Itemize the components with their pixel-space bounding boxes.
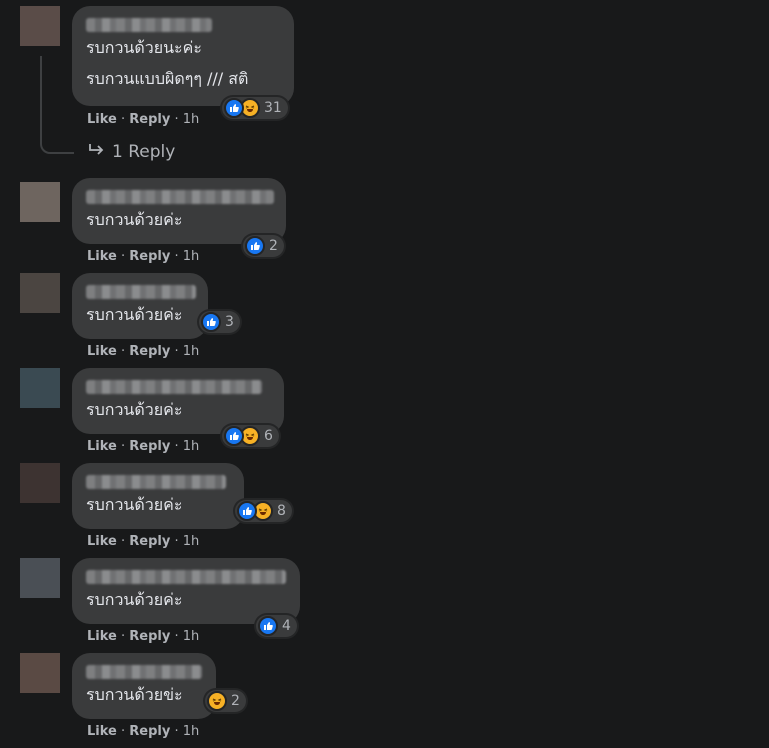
thread-line [40, 56, 74, 154]
like-button[interactable]: Like [87, 112, 117, 127]
like-button[interactable]: Like [87, 344, 117, 359]
author-name[interactable] [86, 380, 262, 394]
timestamp[interactable]: 1h [183, 344, 200, 359]
like-reaction-icon [224, 98, 244, 118]
timestamp[interactable]: 1h [183, 629, 200, 644]
like-reaction-icon [245, 236, 265, 256]
reply-button[interactable]: Reply [129, 344, 170, 359]
timestamp[interactable]: 1h [183, 112, 200, 127]
reaction-summary[interactable]: 2 [243, 235, 284, 257]
reply-button[interactable]: Reply [129, 249, 170, 264]
comment-actions: Like · Reply · 1h [87, 249, 200, 264]
like-button[interactable]: Like [87, 629, 117, 644]
avatar[interactable] [20, 182, 60, 222]
reaction-summary[interactable]: 2 [205, 690, 246, 712]
reply-button[interactable]: Reply [129, 724, 170, 739]
author-name[interactable] [86, 285, 196, 299]
reaction-count: 31 [264, 100, 282, 116]
comment-text: รบกวนแบบผิดๆๆ /// สติ [86, 69, 249, 88]
author-name[interactable] [86, 665, 202, 679]
avatar[interactable] [20, 463, 60, 503]
timestamp[interactable]: 1h [183, 724, 200, 739]
comment-bubble: รบกวนด้วยข่ะ [72, 653, 216, 719]
like-button[interactable]: Like [87, 249, 117, 264]
comment-bubble: รบกวนด้วยค่ะ [72, 273, 208, 339]
avatar[interactable] [20, 6, 60, 46]
reaction-summary[interactable]: 6 [222, 425, 279, 447]
comment-actions: Like · Reply · 1h [87, 629, 200, 644]
comment-text: รบกวนด้วยค่ะ [86, 210, 183, 229]
reaction-count: 4 [282, 618, 291, 634]
comment-bubble: รบกวนด้วยนะค่ะ รบกวนแบบผิดๆๆ /// สติ [72, 6, 294, 106]
reply-button[interactable]: Reply [129, 629, 170, 644]
timestamp[interactable]: 1h [183, 439, 200, 454]
reaction-count: 2 [231, 693, 240, 709]
like-reaction-icon [224, 426, 244, 446]
reaction-summary[interactable]: 31 [222, 97, 288, 119]
comment-text: รบกวนด้วยค่ะ [86, 495, 183, 514]
avatar[interactable] [20, 558, 60, 598]
author-name[interactable] [86, 190, 274, 204]
comment-text: รบกวนด้วยค่ะ [86, 305, 183, 324]
reaction-summary[interactable]: 8 [235, 500, 292, 522]
haha-reaction-icon [207, 691, 227, 711]
reaction-count: 6 [264, 428, 273, 444]
avatar[interactable] [20, 653, 60, 693]
reaction-summary[interactable]: 4 [256, 615, 297, 637]
like-reaction-icon [201, 312, 221, 332]
author-name[interactable] [86, 18, 212, 32]
comment-actions: Like · Reply · 1h [87, 439, 200, 454]
comment-text: รบกวนด้วยค่ะ [86, 400, 183, 419]
like-reaction-icon [258, 616, 278, 636]
like-button[interactable]: Like [87, 439, 117, 454]
reply-button[interactable]: Reply [129, 534, 170, 549]
like-button[interactable]: Like [87, 724, 117, 739]
timestamp[interactable]: 1h [183, 249, 200, 264]
comment-text: รบกวนด้วยค่ะ [86, 590, 183, 609]
avatar[interactable] [20, 368, 60, 408]
reply-button[interactable]: Reply [129, 439, 170, 454]
reaction-count: 2 [269, 238, 278, 254]
comment-actions: Like · Reply · 1h [87, 724, 200, 739]
like-button[interactable]: Like [87, 534, 117, 549]
reply-button[interactable]: Reply [129, 112, 170, 127]
comment-actions: Like · Reply · 1h [87, 534, 200, 549]
comment-actions: Like · Reply · 1h [87, 112, 200, 127]
author-name[interactable] [86, 570, 286, 584]
author-name[interactable] [86, 475, 226, 489]
reaction-count: 3 [225, 314, 234, 330]
timestamp[interactable]: 1h [183, 534, 200, 549]
view-replies-link[interactable]: 1 Reply [88, 142, 175, 162]
comment-bubble: รบกวนด้วยค่ะ [72, 463, 244, 529]
avatar[interactable] [20, 273, 60, 313]
comment-text: รบกวนด้วยนะค่ะ [86, 38, 202, 57]
replies-count-label: 1 Reply [112, 142, 176, 162]
reaction-count: 8 [277, 503, 286, 519]
reply-arrow-icon [88, 142, 106, 162]
reaction-summary[interactable]: 3 [199, 311, 240, 333]
comment-actions: Like · Reply · 1h [87, 344, 200, 359]
like-reaction-icon [237, 501, 257, 521]
comment-text: รบกวนด้วยข่ะ [86, 685, 183, 704]
